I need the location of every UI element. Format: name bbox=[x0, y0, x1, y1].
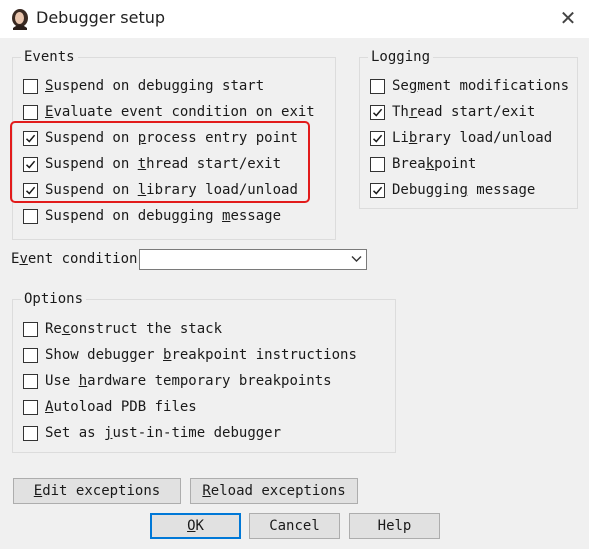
checkbox-label: Thread start/exit bbox=[392, 104, 536, 120]
checkbox-label: Breakpoint bbox=[392, 156, 477, 172]
checkbox-box[interactable] bbox=[23, 347, 38, 363]
checkbox-label: Set as just-in-time debugger bbox=[45, 425, 282, 441]
checkbox-label: Autoload PDB files bbox=[45, 399, 197, 415]
checkbox-log-breakpoint[interactable]: Breakpoint bbox=[370, 155, 476, 173]
window-title: Debugger setup bbox=[36, 8, 166, 27]
close-button[interactable]: ✕ bbox=[552, 4, 584, 32]
checkbox-box[interactable] bbox=[23, 78, 38, 94]
options-group-title: Options bbox=[21, 291, 87, 307]
app-avatar-icon bbox=[12, 9, 28, 30]
checkmark-icon bbox=[372, 108, 383, 117]
title-bar: Debugger setup ✕ bbox=[0, 0, 589, 38]
checkbox-box[interactable] bbox=[23, 156, 38, 172]
close-icon: ✕ bbox=[559, 6, 577, 30]
events-group-title: Events bbox=[21, 49, 78, 65]
edit-exceptions-button[interactable]: Edit exceptions bbox=[13, 478, 181, 504]
checkbox-evaluate-event-condition-on-exit[interactable]: Evaluate event condition on exit bbox=[23, 103, 315, 121]
checkbox-label: Show debugger breakpoint instructions bbox=[45, 347, 357, 363]
checkbox-label: Suspend on debugging start bbox=[45, 78, 265, 94]
checkbox-log-library-load-unload[interactable]: Library load/unload bbox=[370, 129, 552, 147]
checkbox-box[interactable] bbox=[23, 130, 38, 146]
checkbox-box[interactable] bbox=[23, 373, 38, 389]
checkbox-label: Suspend on library load/unload bbox=[45, 182, 298, 198]
reload-exceptions-button[interactable]: Reload exceptions bbox=[190, 478, 358, 504]
checkbox-set-jit-debugger[interactable]: Set as just-in-time debugger bbox=[23, 424, 281, 442]
checkbox-box[interactable] bbox=[370, 182, 385, 198]
checkbox-box[interactable] bbox=[23, 182, 38, 198]
checkbox-use-hardware-breakpoints[interactable]: Use hardware temporary breakpoints bbox=[23, 372, 332, 390]
checkbox-box[interactable] bbox=[23, 104, 38, 120]
checkbox-box[interactable] bbox=[23, 399, 38, 415]
checkbox-suspend-on-debugging-start[interactable]: Suspend on debugging start bbox=[23, 77, 264, 95]
checkbox-label: Evaluate event condition on exit bbox=[45, 104, 315, 120]
cancel-button[interactable]: Cancel bbox=[249, 513, 340, 539]
checkbox-log-thread-start-exit[interactable]: Thread start/exit bbox=[370, 103, 535, 121]
logging-group-title: Logging bbox=[368, 49, 434, 65]
checkbox-reconstruct-the-stack[interactable]: Reconstruct the stack bbox=[23, 320, 222, 338]
checkbox-label: Segment modifications bbox=[392, 78, 570, 94]
checkbox-label: Debugging message bbox=[392, 182, 536, 198]
help-button[interactable]: Help bbox=[349, 513, 440, 539]
checkbox-box[interactable] bbox=[370, 130, 385, 146]
checkbox-box[interactable] bbox=[23, 425, 38, 441]
checkbox-label: Use hardware temporary breakpoints bbox=[45, 373, 332, 389]
checkbox-suspend-on-debugging-message[interactable]: Suspend on debugging message bbox=[23, 207, 281, 225]
checkbox-label: Library load/unload bbox=[392, 130, 553, 146]
checkmark-icon bbox=[25, 134, 36, 143]
checkbox-box[interactable] bbox=[370, 104, 385, 120]
chevron-down-icon[interactable] bbox=[351, 255, 362, 263]
checkbox-box[interactable] bbox=[23, 208, 38, 224]
checkbox-suspend-on-library-load-unload[interactable]: Suspend on library load/unload bbox=[23, 181, 298, 199]
checkmark-icon bbox=[372, 186, 383, 195]
checkbox-label: Suspend on process entry point bbox=[45, 130, 298, 146]
checkbox-box[interactable] bbox=[370, 78, 385, 94]
event-condition-combobox[interactable] bbox=[139, 249, 367, 270]
checkbox-label: Reconstruct the stack bbox=[45, 321, 223, 337]
checkbox-segment-modifications[interactable]: Segment modifications bbox=[370, 77, 569, 95]
checkbox-show-breakpoint-instructions[interactable]: Show debugger breakpoint instructions bbox=[23, 346, 357, 364]
checkbox-label: Suspend on thread start/exit bbox=[45, 156, 282, 172]
checkbox-log-debugging-message[interactable]: Debugging message bbox=[370, 181, 535, 199]
checkmark-icon bbox=[25, 186, 36, 195]
checkbox-box[interactable] bbox=[23, 321, 38, 337]
ok-button[interactable]: OK bbox=[150, 513, 241, 539]
checkbox-autoload-pdb-files[interactable]: Autoload PDB files bbox=[23, 398, 197, 416]
checkbox-suspend-on-process-entry-point[interactable]: Suspend on process entry point bbox=[23, 129, 298, 147]
checkmark-icon bbox=[25, 160, 36, 169]
checkbox-box[interactable] bbox=[370, 156, 385, 172]
checkmark-icon bbox=[372, 134, 383, 143]
checkbox-suspend-on-thread-start-exit[interactable]: Suspend on thread start/exit bbox=[23, 155, 281, 173]
event-condition-label: Event condition bbox=[11, 251, 138, 267]
checkbox-label: Suspend on debugging message bbox=[45, 208, 282, 224]
